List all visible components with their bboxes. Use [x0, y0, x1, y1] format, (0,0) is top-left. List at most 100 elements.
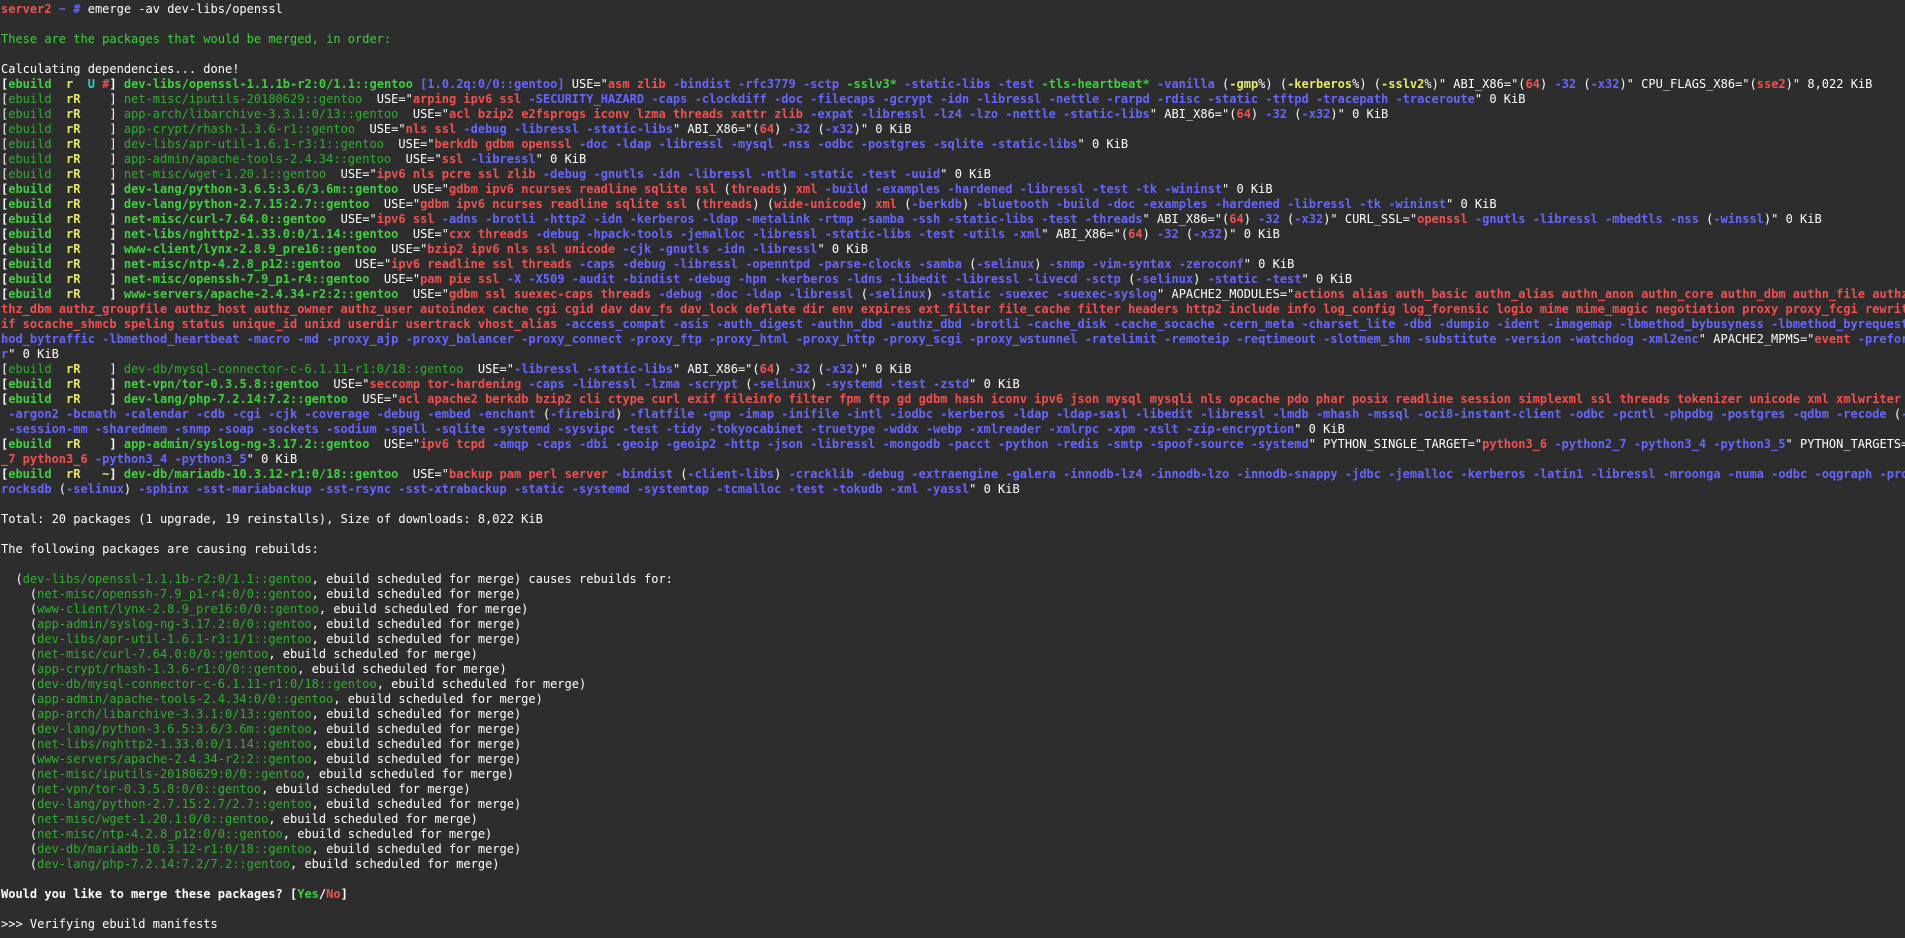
terminal-text: www-servers/apache-2.4.34-r2:2::gentoo [123, 287, 399, 301]
terminal-output[interactable]: server2 ~ # emerge -av dev-libs/openssl T… [0, 0, 1905, 938]
terminal-text: -python2_7 -python3_4 -python3_5 [1547, 437, 1786, 451]
terminal-text: dev-lang/python-2.7.15:2.7/2.7::gentoo [37, 797, 312, 811]
terminal-text: -vanilla [1149, 77, 1215, 91]
terminal-line: (dev-libs/openssl-1.1.1b-r2:0/1.1::gento… [1, 572, 1905, 587]
terminal-text: ( [1886, 407, 1902, 421]
terminal-text: net-misc/curl-7.64.0::gentoo [123, 212, 327, 226]
terminal-text: www-client/lynx-2.8.9_pre16:0/0::gentoo [37, 602, 319, 616]
terminal-text: USE=" [383, 137, 435, 151]
terminal-line: (net-misc/wget-1.20.1:0/0::gentoo, ebuil… [1, 812, 1905, 827]
terminal-text: ] [109, 212, 124, 226]
terminal-text: -client-libs [687, 467, 775, 481]
terminal-text: 64 [759, 122, 775, 136]
terminal-text: ] [109, 227, 124, 241]
terminal-text: ( [1, 662, 38, 676]
terminal-text: U [87, 77, 95, 91]
terminal-text: -32 [1258, 212, 1280, 226]
terminal-text: -32 [1265, 107, 1288, 121]
terminal-text: , ebuild scheduled for merge) [268, 812, 478, 826]
terminal-text: " PYTHON_TARGETS=" [1785, 437, 1905, 451]
terminal-text: ~ [51, 2, 74, 16]
terminal-line: These are the packages that would be mer… [1, 32, 1905, 47]
terminal-text: ] [109, 467, 124, 481]
terminal-text: " APACHE2_MODULES=" [1157, 287, 1295, 301]
terminal-text: -sslv2 [1381, 77, 1425, 91]
terminal-text: -32 [788, 122, 811, 136]
terminal-line: [ebuild rR ] net-libs/nghttp2-1.33.0:0/1… [1, 227, 1905, 242]
terminal-line: [ebuild rR ] dev-lang/python-2.7.15:2.7:… [1, 197, 1905, 212]
terminal-text: -caps -libressl -lzma -scrypt [521, 377, 738, 391]
terminal-text: Would you like to merge these packages? … [1, 887, 298, 901]
terminal-text: cxx threads [448, 227, 529, 241]
terminal-text: ebuild [8, 92, 52, 106]
terminal-text: -python3_4 -python3_5 [87, 452, 247, 466]
terminal-text: USE=" [398, 182, 449, 196]
terminal-text: ( [1, 737, 38, 751]
terminal-text: ) ( [752, 197, 775, 211]
terminal-text: %) ( [1258, 77, 1288, 91]
terminal-text: ( [853, 287, 869, 301]
terminal-text: ( [1214, 77, 1230, 91]
terminal-text: server2 [1, 2, 52, 16]
terminal-text: ( [716, 182, 731, 196]
terminal-line: (app-arch/libarchive-3.3.1:0/13::gentoo,… [1, 707, 1905, 722]
terminal-text: USE=" [398, 107, 449, 121]
terminal-line: (dev-lang/python-3.6.5:3.6/3.6m::gentoo,… [1, 722, 1905, 737]
terminal-text: ipv6 nls pcre ssl zlib [376, 167, 536, 181]
terminal-text: dev-lang/php-7.2.14:7.2::gentoo [123, 392, 348, 406]
terminal-text: _7 python3_6 [1, 452, 88, 466]
terminal-text: -debug -gnutls -idn -libressl -ntlm -sta… [535, 167, 941, 181]
terminal-text: " 0 KiB [940, 167, 991, 181]
terminal-text: ebuild [8, 227, 52, 241]
terminal-text: gdbm ipv6 ncurses readline sqlite ssl [420, 197, 688, 211]
terminal-line: (app-crypt/rhash-1.3.6-r1:0/0::gentoo, e… [1, 662, 1905, 677]
terminal-text: , ebuild scheduled for merge) [297, 662, 507, 676]
terminal-text: gdbm ipv6 ncurses readline sqlite ssl [448, 182, 717, 196]
terminal-line: (www-servers/apache-2.4.34-r2:2::gentoo,… [1, 752, 1905, 767]
terminal-text: " 0 KiB [969, 377, 1020, 391]
terminal-line: [ebuild rR ] app-admin/syslog-ng-3.17.2:… [1, 437, 1905, 452]
terminal-line: Total: 20 packages (1 upgrade, 19 reinst… [1, 512, 1905, 527]
terminal-text: ] [340, 887, 348, 901]
terminal-text: , ebuild scheduled for merge) [311, 587, 522, 601]
terminal-text: ( [1287, 107, 1302, 121]
terminal-text: ] [109, 257, 124, 271]
terminal-text: ) [774, 122, 789, 136]
terminal-text: arping ipv6 ssl [412, 92, 522, 106]
terminal-text: rR [51, 242, 110, 256]
terminal-text: # [73, 2, 88, 16]
terminal-line: [ebuild rR ] dev-db/mysql-connector-c-6.… [1, 362, 1905, 377]
terminal-text: ( [1, 647, 38, 661]
terminal-text: -X -X509 -audit -bindist -debug -hpn -ke… [499, 272, 1121, 286]
terminal-text: USE=" [340, 257, 392, 271]
terminal-line: [ebuild rR ] app-admin/apache-tools-2.4.… [1, 152, 1905, 167]
terminal-text: gdbm ssl suexec-caps threads [448, 287, 652, 301]
terminal-text: " 0 KiB [1301, 272, 1353, 286]
terminal-text: -snmp -vim-syntax -zeroconf [1041, 257, 1244, 271]
terminal-text: ] [109, 377, 124, 391]
terminal-text: ( [535, 407, 551, 421]
terminal-text: ( [737, 377, 753, 391]
terminal-text: ] [109, 92, 124, 106]
terminal-text: -bluetooth -build -doc -examples -harden… [969, 197, 1447, 211]
terminal-text: ebuild [8, 242, 52, 256]
terminal-text: [1.0.2q:0/0::gentoo] [412, 77, 565, 91]
terminal-text: ] [109, 167, 124, 181]
terminal-text: , ebuild scheduled for merge) [311, 722, 522, 736]
terminal-text: ] [109, 182, 124, 196]
terminal-line: [ebuild rR ] dev-lang/python-3.6.5:3.6/3… [1, 182, 1905, 197]
terminal-text: USE=" [463, 362, 514, 376]
terminal-line: [ebuild rR ] dev-libs/apr-util-1.6.1-r3:… [1, 137, 1905, 152]
terminal-text: -selinux [752, 377, 811, 391]
terminal-text: " 0 KiB [1446, 197, 1497, 211]
terminal-text: -firebird [550, 407, 616, 421]
terminal-text: USE=" [398, 287, 449, 301]
terminal-line: (app-admin/syslog-ng-3.17.2:0/0::gentoo,… [1, 617, 1905, 632]
terminal-text: , ebuild scheduled for merge) [318, 602, 529, 616]
terminal-text: ebuild [8, 122, 52, 136]
terminal-line: (dev-libs/apr-util-1.6.1-r3:1/1::gentoo,… [1, 632, 1905, 647]
terminal-line: [ebuild rR ] net-misc/wget-1.20.1::gento… [1, 167, 1905, 182]
terminal-text: " ABI_X86="( [672, 362, 760, 376]
terminal-text: ( [1, 617, 38, 631]
